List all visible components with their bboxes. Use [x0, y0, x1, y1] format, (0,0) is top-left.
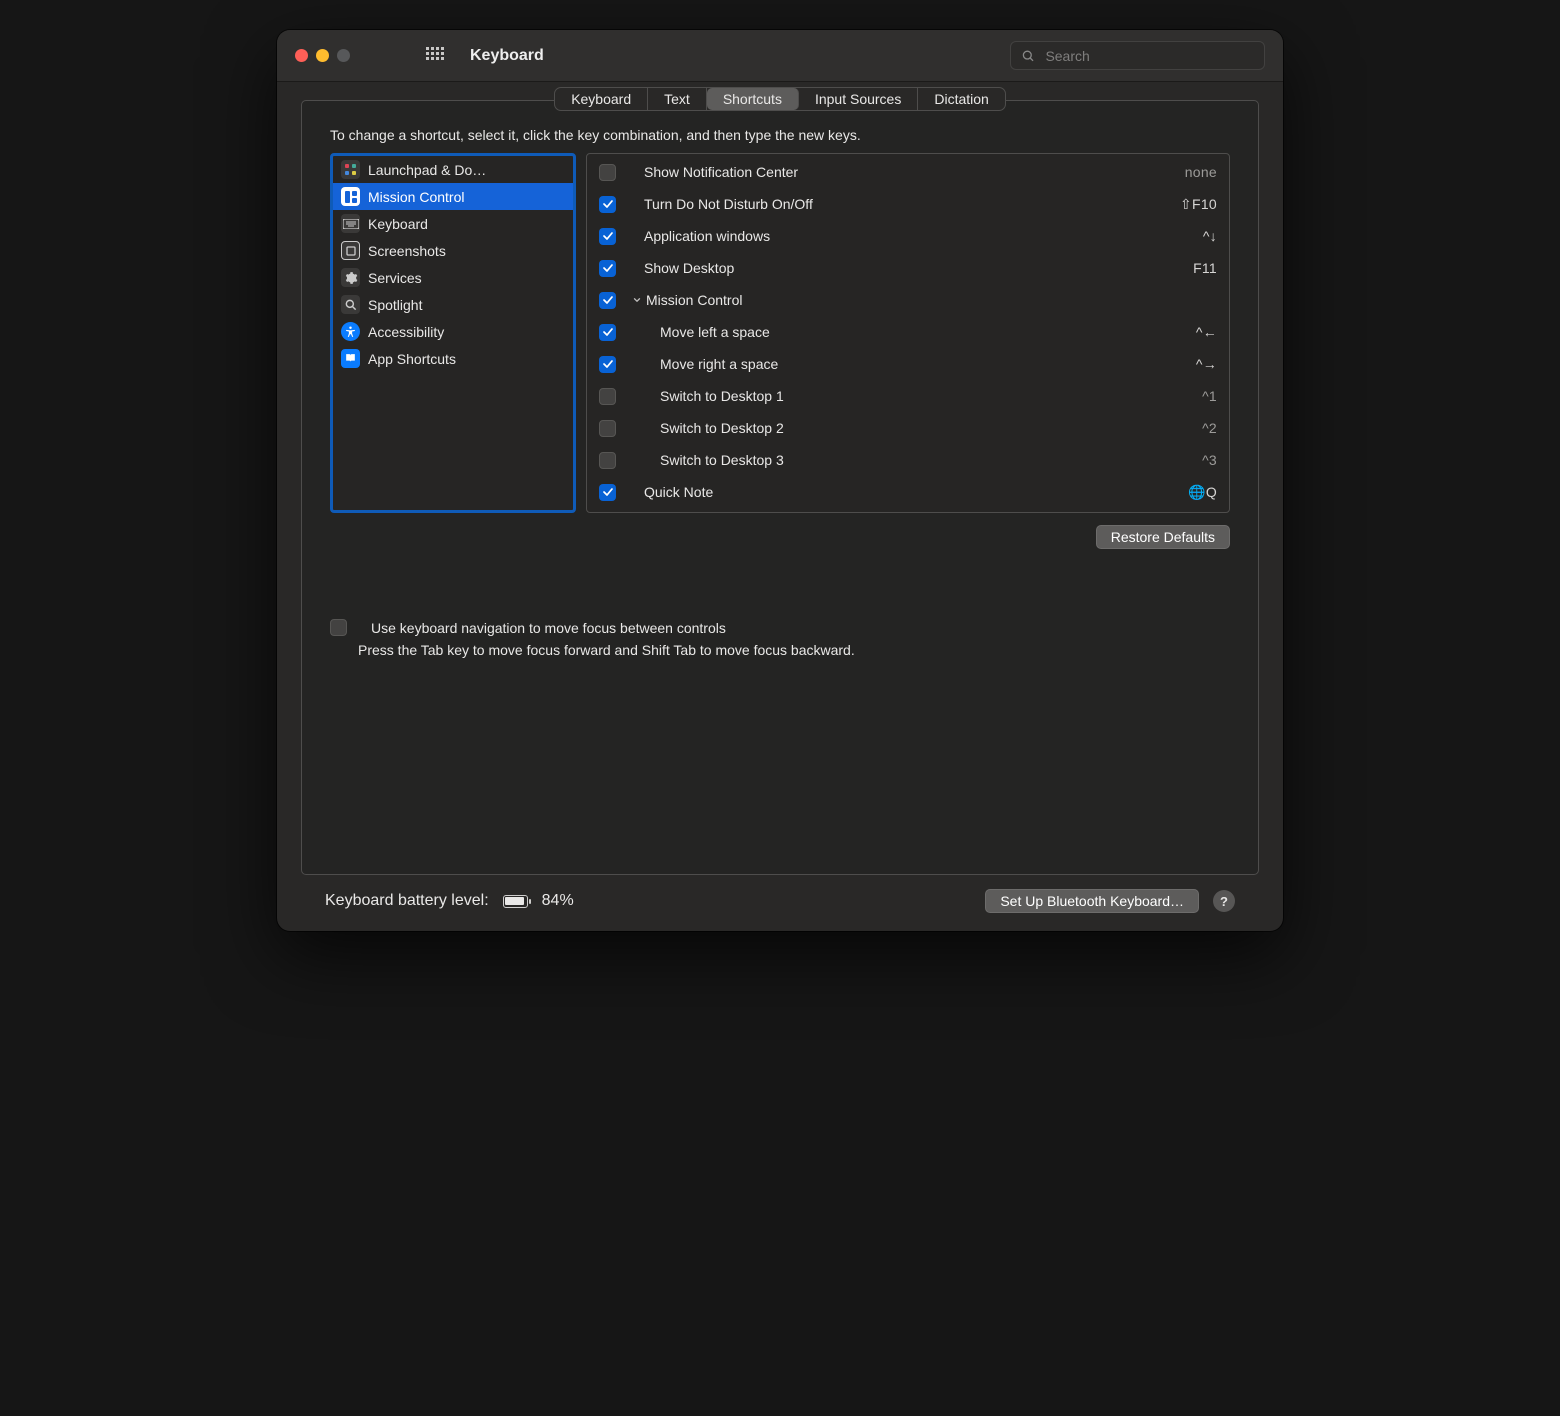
window-controls: [295, 49, 350, 62]
zoom-window-button[interactable]: [337, 49, 350, 62]
battery-label: Keyboard battery level:: [325, 892, 489, 910]
footer: Keyboard battery level: 84% Set Up Bluet…: [301, 875, 1259, 931]
sidebar-item-label: Accessibility: [368, 324, 444, 340]
help-button[interactable]: ?: [1213, 890, 1235, 912]
nav-buttons: [378, 47, 396, 65]
shortcut-key[interactable]: ^2: [1202, 420, 1217, 436]
sidebar-item-services[interactable]: Services: [333, 264, 573, 291]
keyboard-nav-description: Press the Tab key to move focus forward …: [358, 642, 1230, 658]
restore-defaults-button[interactable]: Restore Defaults: [1096, 525, 1230, 549]
tab-text[interactable]: Text: [648, 88, 707, 110]
minimize-window-button[interactable]: [316, 49, 329, 62]
shortcut-row[interactable]: Switch to Desktop 2 ^2: [599, 412, 1217, 444]
keyboard-nav-checkbox[interactable]: [330, 619, 347, 636]
tab-input-sources[interactable]: Input Sources: [799, 88, 918, 110]
sidebar-item-launchpad[interactable]: Launchpad & Do…: [333, 156, 573, 183]
shortcut-checkbox[interactable]: [599, 388, 616, 405]
titlebar: Keyboard: [277, 30, 1283, 82]
keyboard-nav-label: Use keyboard navigation to move focus be…: [371, 620, 726, 636]
sidebar-item-label: Launchpad & Do…: [368, 162, 486, 178]
sidebar-item-label: Mission Control: [368, 189, 464, 205]
shortcut-checkbox[interactable]: [599, 260, 616, 277]
shortcut-label: Switch to Desktop 1: [660, 388, 1194, 404]
shortcut-label: Move right a space: [660, 356, 1188, 372]
shortcut-key[interactable]: ^3: [1202, 452, 1217, 468]
shortcut-label: Application windows: [644, 228, 1195, 244]
category-sidebar[interactable]: Launchpad & Do… Mission Control Keyboard Sc…: [330, 153, 576, 513]
shortcut-row[interactable]: Show Notification Center none: [599, 156, 1217, 188]
shortcut-checkbox[interactable]: [599, 196, 616, 213]
shortcut-row[interactable]: Turn Do Not Disturb On/Off ⇧F10: [599, 188, 1217, 220]
shortcut-key[interactable]: ^→: [1196, 356, 1217, 372]
shortcut-checkbox[interactable]: [599, 420, 616, 437]
disclosure-triangle-icon[interactable]: [630, 295, 644, 305]
battery-icon: [503, 895, 528, 908]
shortcuts-list[interactable]: Show Notification Center none Turn Do Not …: [586, 153, 1230, 513]
sidebar-item-screenshots[interactable]: Screenshots: [333, 237, 573, 264]
shortcut-label: Show Desktop: [644, 260, 1185, 276]
main-panel: KeyboardTextShortcutsInput SourcesDictat…: [301, 100, 1259, 875]
shortcut-checkbox[interactable]: [599, 292, 616, 309]
shortcut-row[interactable]: Quick Note 🌐Q: [599, 476, 1217, 508]
sidebar-item-mission-control[interactable]: Mission Control: [333, 183, 573, 210]
preferences-window: Keyboard KeyboardTextShortcutsInput Sour…: [277, 30, 1283, 931]
sidebar-item-label: Keyboard: [368, 216, 428, 232]
shortcut-key[interactable]: ^1: [1202, 388, 1217, 404]
shortcut-key[interactable]: none: [1185, 164, 1217, 180]
battery-percent: 84%: [542, 892, 574, 910]
window-title: Keyboard: [470, 47, 544, 65]
shortcut-checkbox[interactable]: [599, 452, 616, 469]
shortcut-key[interactable]: ⇧F10: [1180, 196, 1217, 213]
shortcut-row[interactable]: Switch to Desktop 1 ^1: [599, 380, 1217, 412]
shortcut-row[interactable]: Mission Control: [599, 284, 1217, 316]
shortcut-key[interactable]: ^←: [1196, 324, 1217, 340]
sidebar-item-spotlight[interactable]: Spotlight: [333, 291, 573, 318]
sidebar-item-label: Services: [368, 270, 422, 286]
tab-keyboard[interactable]: Keyboard: [555, 88, 648, 110]
sidebar-item-label: Screenshots: [368, 243, 446, 259]
shortcut-checkbox[interactable]: [599, 164, 616, 181]
shortcut-label: Move left a space: [660, 324, 1188, 340]
sidebar-item-label: Spotlight: [368, 297, 422, 313]
sidebar-item-label: App Shortcuts: [368, 351, 456, 367]
shortcut-label: Turn Do Not Disturb On/Off: [644, 196, 1172, 212]
search-icon: [1021, 48, 1035, 64]
search-input[interactable]: [1043, 47, 1254, 65]
shortcut-label: Switch to Desktop 3: [660, 452, 1194, 468]
sidebar-item-app-shortcuts[interactable]: App Shortcuts: [333, 345, 573, 372]
shortcut-row[interactable]: Move right a space ^→: [599, 348, 1217, 380]
show-all-icon[interactable]: [426, 47, 444, 65]
shortcut-row[interactable]: Show Desktop F11: [599, 252, 1217, 284]
tab-dictation[interactable]: Dictation: [918, 88, 1004, 110]
shortcut-checkbox[interactable]: [599, 484, 616, 501]
shortcut-label: Switch to Desktop 2: [660, 420, 1194, 436]
shortcut-label: Mission Control: [646, 292, 1209, 308]
search-field[interactable]: [1010, 41, 1265, 70]
shortcut-key[interactable]: 🌐Q: [1188, 484, 1217, 501]
shortcut-key[interactable]: F11: [1193, 260, 1217, 276]
sidebar-item-keyboard[interactable]: Keyboard: [333, 210, 573, 237]
close-window-button[interactable]: [295, 49, 308, 62]
shortcut-checkbox[interactable]: [599, 356, 616, 373]
setup-bluetooth-button[interactable]: Set Up Bluetooth Keyboard…: [985, 889, 1199, 913]
shortcut-row[interactable]: Application windows ^↓: [599, 220, 1217, 252]
instructions-text: To change a shortcut, select it, click t…: [330, 127, 1230, 143]
sidebar-item-accessibility[interactable]: Accessibility: [333, 318, 573, 345]
shortcut-key[interactable]: ^↓: [1203, 228, 1217, 244]
tab-bar: KeyboardTextShortcutsInput SourcesDictat…: [554, 87, 1006, 111]
shortcut-row[interactable]: Move left a space ^←: [599, 316, 1217, 348]
shortcut-checkbox[interactable]: [599, 228, 616, 245]
tab-shortcuts[interactable]: Shortcuts: [707, 88, 799, 110]
shortcut-label: Quick Note: [644, 484, 1180, 500]
shortcut-row[interactable]: Switch to Desktop 3 ^3: [599, 444, 1217, 476]
shortcut-checkbox[interactable]: [599, 324, 616, 341]
shortcut-label: Show Notification Center: [644, 164, 1177, 180]
